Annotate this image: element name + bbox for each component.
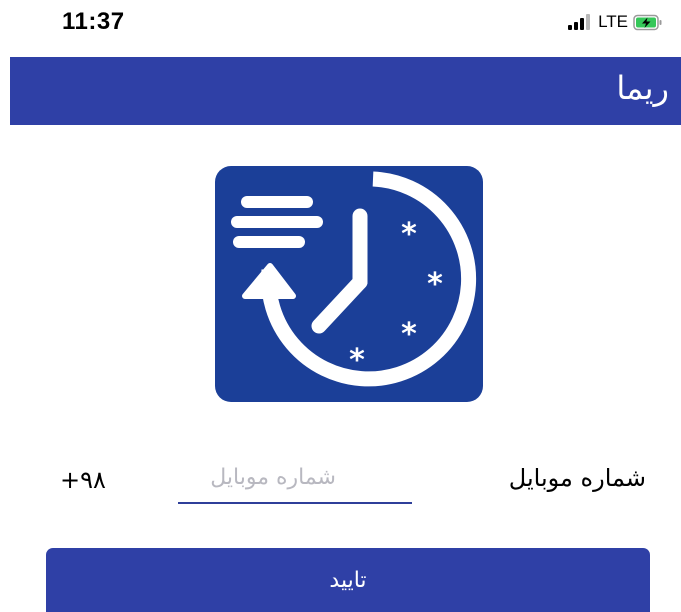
status-bar: 11:37 LTE: [0, 0, 681, 52]
svg-text:*: *: [401, 317, 417, 352]
battery-charging-icon: [633, 14, 663, 31]
app-logo: * * * *: [215, 166, 483, 402]
signal-icon: [568, 14, 592, 30]
phone-label: شماره موبایل: [508, 464, 646, 492]
status-indicators: LTE: [568, 11, 663, 33]
clock-history-snowflake-icon: * * * *: [215, 166, 483, 402]
svg-text:*: *: [349, 343, 365, 378]
svg-text:*: *: [427, 267, 443, 302]
svg-text:*: *: [401, 217, 417, 252]
login-screen: 11:37 LTE ریما * * * * شماره موبایل شمار…: [0, 0, 681, 612]
status-time: 11:37: [62, 8, 125, 35]
app-bar: ریما: [10, 57, 681, 125]
app-title: ریما: [616, 69, 669, 107]
country-code: +۹۸: [60, 466, 106, 494]
confirm-button[interactable]: تایید: [46, 548, 650, 612]
phone-number-input[interactable]: [178, 452, 412, 504]
network-type: LTE: [598, 12, 628, 31]
